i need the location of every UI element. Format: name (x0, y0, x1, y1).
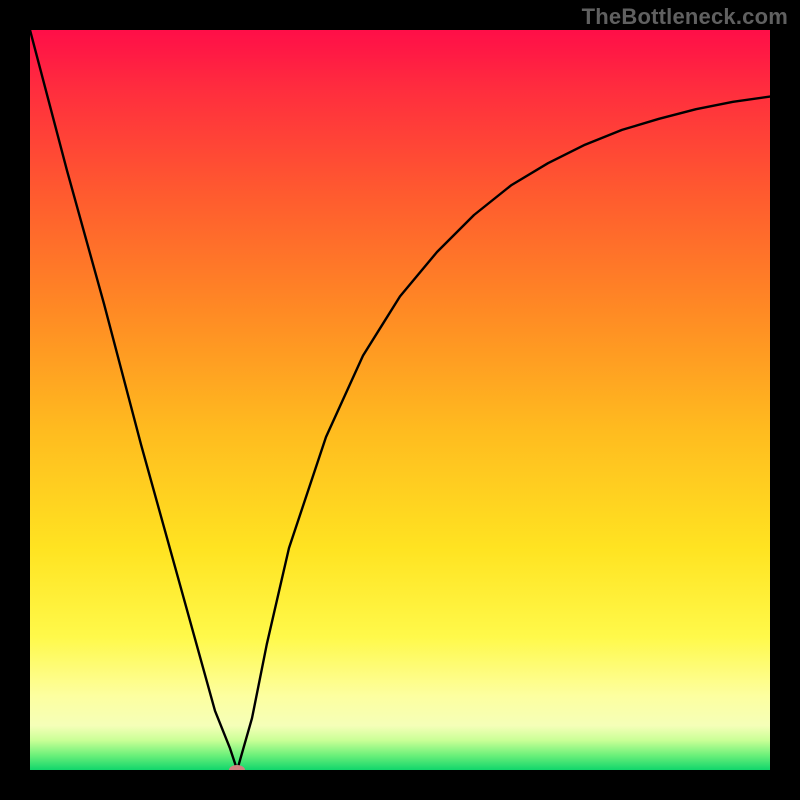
minimum-marker (229, 765, 245, 770)
chart-frame: TheBottleneck.com (0, 0, 800, 800)
watermark-text: TheBottleneck.com (582, 4, 788, 30)
curve-svg (30, 30, 770, 770)
bottleneck-curve (30, 30, 770, 770)
plot-area (30, 30, 770, 770)
